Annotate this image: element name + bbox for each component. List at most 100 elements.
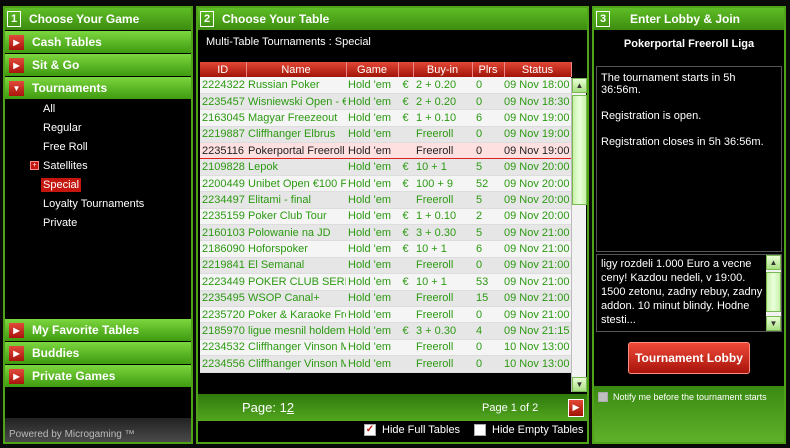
subitem-satellites[interactable]: + Satellites <box>5 156 191 175</box>
subitem-regular[interactable]: Regular <box>5 118 191 137</box>
tournament-table: ID Name Game Buy-in Plrs Status 2224322 Russia… <box>200 62 572 373</box>
category-label: Private Games <box>32 369 116 383</box>
page-2-link[interactable]: 2 <box>287 400 294 415</box>
table-cell: Hold 'em <box>346 322 398 340</box>
table-cell: 09 Nov 18:00 <box>504 77 571 94</box>
expand-plus-icon[interactable]: + <box>30 161 39 170</box>
table-cell: 53 <box>472 273 504 291</box>
panel-2-number: 2 <box>200 11 214 27</box>
hide-empty-tables-checkbox[interactable]: Hide Empty Tables <box>474 424 584 436</box>
table-scrollbar[interactable]: ▲ ▼ <box>571 78 587 392</box>
page-1-link[interactable]: 1 <box>280 400 287 415</box>
column-header[interactable]: Name <box>246 62 347 77</box>
table-row[interactable]: 2219887 Cliffhanger Elbrus Hold 'em Freerol… <box>200 126 571 144</box>
desc-scroll-thumb[interactable] <box>766 272 781 312</box>
table-row[interactable]: 2224322 Russian Poker Hold 'em €2 + 0.20 0 09… <box>200 77 571 94</box>
subitem-private[interactable]: Private <box>5 213 191 232</box>
subitem-label: Special <box>41 177 82 192</box>
category-cash-tables[interactable]: ▶ Cash Tables <box>5 31 191 53</box>
category-private-games[interactable]: ▶ Private Games <box>5 365 191 387</box>
table-row[interactable]: 2160103 Polowanie na JD Hold 'em €3 + 0.30 5… <box>200 224 571 242</box>
table-row[interactable]: 2219841 El Semanal Hold 'em Freeroll 0 09 Nov… <box>200 257 571 275</box>
category-sit-go[interactable]: ▶ Sit & Go <box>5 54 191 76</box>
table-cell: 0 <box>472 355 504 373</box>
tournament-description: ligy rozdeli 1.000 Euro a vecne ceny! Ka… <box>596 254 782 332</box>
column-header[interactable]: Status <box>504 62 572 77</box>
desc-scroll-up-icon[interactable]: ▲ <box>766 255 781 270</box>
scroll-down-icon[interactable]: ▼ <box>572 377 587 392</box>
table-cell: 09 Nov 18:30 <box>504 93 571 111</box>
table-row[interactable]: 2223449 POKER CLUB SERII Hold 'em €10 + 1 53… <box>200 273 571 291</box>
table-cell: 4 <box>472 322 504 340</box>
table-cell: 2234556 <box>200 355 246 373</box>
table-row[interactable]: 2186090 Hoforspoker Hold 'em €10 + 1 6 09 Nov… <box>200 240 571 258</box>
subitem-label: Free Roll <box>43 140 88 153</box>
table-cell: Hoforspoker <box>246 240 346 258</box>
table-cell: € <box>398 224 413 242</box>
tournament-lobby-button[interactable]: Tournament Lobby <box>628 342 750 374</box>
notify-check-icon[interactable] <box>598 392 608 402</box>
table-cell <box>398 126 413 144</box>
table-cell: 2235457 <box>200 93 246 111</box>
table-row[interactable]: 2235159 Poker Club Tour Hold 'em €1 + 0.10 2… <box>200 208 571 226</box>
table-row[interactable]: 2109828 Lepok Hold 'em €10 + 1 5 09 Nov 20:00 <box>200 158 571 176</box>
panel-1-number: 1 <box>7 11 21 27</box>
table-cell: 2235159 <box>200 208 246 226</box>
description-scrollbar[interactable]: ▲ ▼ <box>766 255 781 331</box>
table-cell: Polowanie na JD <box>246 224 346 242</box>
column-header[interactable] <box>398 62 414 77</box>
column-header[interactable]: Game <box>346 62 399 77</box>
hide-empty-check-icon[interactable] <box>474 424 486 436</box>
subitem-loyalty-tournaments[interactable]: Loyalty Tournaments <box>5 194 191 213</box>
table-row[interactable]: 2234497 Elitami - final Hold 'em Freeroll 5 0… <box>200 191 571 209</box>
category-tournaments[interactable]: ▼ Tournaments <box>5 77 191 99</box>
table-row[interactable]: 2185970 ligue mesnil holdem Hold 'em €3 + 0… <box>200 322 571 340</box>
table-cell: 2234532 <box>200 339 246 357</box>
table-cell: 2186090 <box>200 240 246 258</box>
arrow-right-icon: ▶ <box>9 345 24 361</box>
hide-full-label: Hide Full Tables <box>382 424 461 436</box>
hide-full-check-icon[interactable]: ✓ <box>364 424 376 436</box>
panel-1-header: 1 Choose Your Game <box>5 8 191 30</box>
subitem-label: Loyalty Tournaments <box>43 197 145 210</box>
table-cell: Freeroll <box>413 339 472 357</box>
table-cell: 1 + 0.10 <box>413 208 472 226</box>
subitem-label: Regular <box>43 121 82 134</box>
table-cell: Cliffhanger Elbrus <box>246 126 346 144</box>
table-cell: 6 <box>472 109 504 127</box>
subitem-special[interactable]: Special <box>5 175 191 194</box>
table-cell: 0 <box>472 306 504 324</box>
scroll-thumb[interactable] <box>572 95 587 205</box>
subitem-all[interactable]: All <box>5 99 191 118</box>
column-header[interactable]: ID <box>200 62 247 77</box>
panel-2-title: Choose Your Table <box>222 12 330 26</box>
table-cell: 09 Nov 19:00 <box>504 142 571 160</box>
table-row[interactable]: 2235457 Wisniewski Open - € Hold 'em €2 + 0… <box>200 93 571 111</box>
subitem-label: All <box>43 102 56 115</box>
next-page-icon[interactable]: ▶ <box>568 398 584 417</box>
category-my-favorite-tables[interactable]: ▶ My Favorite Tables <box>5 319 191 341</box>
table-row[interactable]: 2163045 Magyar Freezeout Hold 'em €1 + 0.10… <box>200 109 571 127</box>
table-cell: Freeroll <box>413 306 472 324</box>
table-cell: 3 + 0.30 <box>413 322 472 340</box>
table-row[interactable]: 2234556 Cliffhanger Vinson M Hold 'em Freer… <box>200 355 571 373</box>
desc-scroll-down-icon[interactable]: ▼ <box>766 316 781 331</box>
table-row[interactable]: 2235116 Pokerportal Freeroll L Hold 'em Fre… <box>200 142 571 160</box>
hide-full-tables-checkbox[interactable]: ✓ Hide Full Tables <box>364 424 460 436</box>
table-cell: Hold 'em <box>346 109 398 127</box>
table-row[interactable]: 2200449 Unibet Open €100 Fi Hold 'em €100 +… <box>200 175 571 193</box>
table-row[interactable]: 2235495 WSOP Canal+ Hold 'em Freeroll 15 09 N… <box>200 290 571 307</box>
table-cell: 2219841 <box>200 257 246 275</box>
category-label: Sit & Go <box>32 58 80 72</box>
subitem-free-roll[interactable]: Free Roll <box>5 137 191 156</box>
column-header[interactable]: Buy-in <box>413 62 473 77</box>
table-row[interactable]: 2235720 Poker & Karaoke Fre Hold 'em Freero… <box>200 306 571 324</box>
column-header[interactable]: Plrs <box>472 62 505 77</box>
scroll-up-icon[interactable]: ▲ <box>572 78 587 93</box>
table-cell: Hold 'em <box>346 290 398 307</box>
notify-checkbox[interactable]: Notify me before the tournament starts <box>594 386 784 442</box>
table-cell: Hold 'em <box>346 306 398 324</box>
table-row[interactable]: 2234532 Cliffhanger Vinson M Hold 'em Freer… <box>200 339 571 357</box>
category-buddies[interactable]: ▶ Buddies <box>5 342 191 364</box>
table-cell: 2235116 <box>200 142 246 160</box>
